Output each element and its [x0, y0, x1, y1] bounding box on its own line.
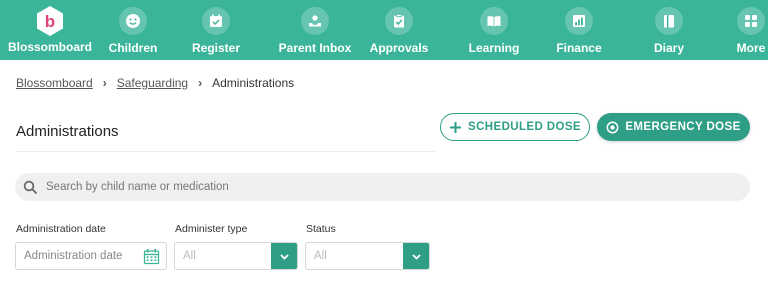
breadcrumb: Blossomboard › Safeguarding › Administra…	[16, 76, 294, 90]
title-divider	[16, 151, 436, 152]
nav-label: Children	[108, 41, 158, 55]
administration-date-label: Administration date	[16, 223, 106, 235]
nav-item-finance[interactable]: Finance	[554, 0, 604, 60]
administer-type-label: Administer type	[175, 223, 248, 235]
smiley-icon	[119, 7, 147, 35]
nav-label: Learning	[468, 41, 520, 55]
diary-icon	[655, 7, 683, 35]
target-icon	[606, 121, 619, 134]
calendar-check-icon	[202, 7, 230, 35]
breadcrumb-link-safeguarding[interactable]: Safeguarding	[117, 76, 188, 90]
breadcrumb-separator: ›	[198, 76, 203, 90]
nav-item-children[interactable]: Children	[100, 0, 166, 60]
nav-label: Blossomboard	[7, 40, 92, 54]
nav-item-learning[interactable]: Learning	[434, 0, 554, 60]
top-nav: b Blossomboard Children Register Parent …	[0, 0, 768, 60]
administration-date-placeholder: Administration date	[24, 250, 123, 262]
svg-text:b: b	[45, 12, 55, 31]
blossomboard-logo-icon: b	[34, 5, 66, 37]
search-bar	[15, 173, 750, 201]
emergency-dose-label: EMERGENCY DOSE	[625, 121, 741, 133]
scheduled-dose-button[interactable]: SCHEDULED DOSE	[440, 113, 590, 141]
nav-item-approvals[interactable]: Approvals	[364, 0, 434, 60]
chevron-down-icon[interactable]	[403, 243, 429, 269]
nav-item-more[interactable]: More	[734, 0, 768, 60]
clipboard-check-icon	[385, 7, 413, 35]
breadcrumb-link-blossomboard[interactable]: Blossomboard	[16, 76, 93, 90]
scheduled-dose-label: SCHEDULED DOSE	[468, 121, 581, 133]
nav-label: Register	[191, 41, 241, 55]
nav-item-parent-inbox[interactable]: Parent Inbox	[266, 0, 364, 60]
administer-type-select[interactable]: All	[174, 242, 298, 270]
book-open-icon	[480, 7, 508, 35]
administer-type-value: All	[183, 250, 196, 262]
chevron-down-icon[interactable]	[271, 243, 297, 269]
breadcrumb-current: Administrations	[212, 76, 295, 90]
status-label: Status	[306, 223, 336, 235]
bar-chart-icon	[565, 7, 593, 35]
nav-item-diary[interactable]: Diary	[604, 0, 734, 60]
page-title: Administrations	[16, 123, 119, 140]
nav-label: Diary	[653, 41, 685, 55]
search-icon	[23, 180, 38, 195]
nav-item-register[interactable]: Register	[166, 0, 266, 60]
nav-label: Parent Inbox	[278, 41, 352, 55]
calendar-icon[interactable]	[143, 248, 160, 265]
status-value: All	[314, 250, 327, 262]
grid-icon	[737, 7, 765, 35]
emergency-dose-button[interactable]: EMERGENCY DOSE	[597, 113, 750, 141]
nav-label: Approvals	[369, 41, 429, 55]
plus-icon	[449, 121, 462, 134]
breadcrumb-separator: ›	[102, 76, 107, 90]
nav-item-blossomboard[interactable]: b Blossomboard	[0, 0, 100, 60]
status-select[interactable]: All	[305, 242, 430, 270]
administration-date-field[interactable]: Administration date	[15, 242, 167, 270]
nav-label: Finance	[556, 41, 602, 55]
nav-label: More	[736, 41, 766, 55]
inbox-icon	[301, 7, 329, 35]
search-input[interactable]	[46, 181, 726, 193]
